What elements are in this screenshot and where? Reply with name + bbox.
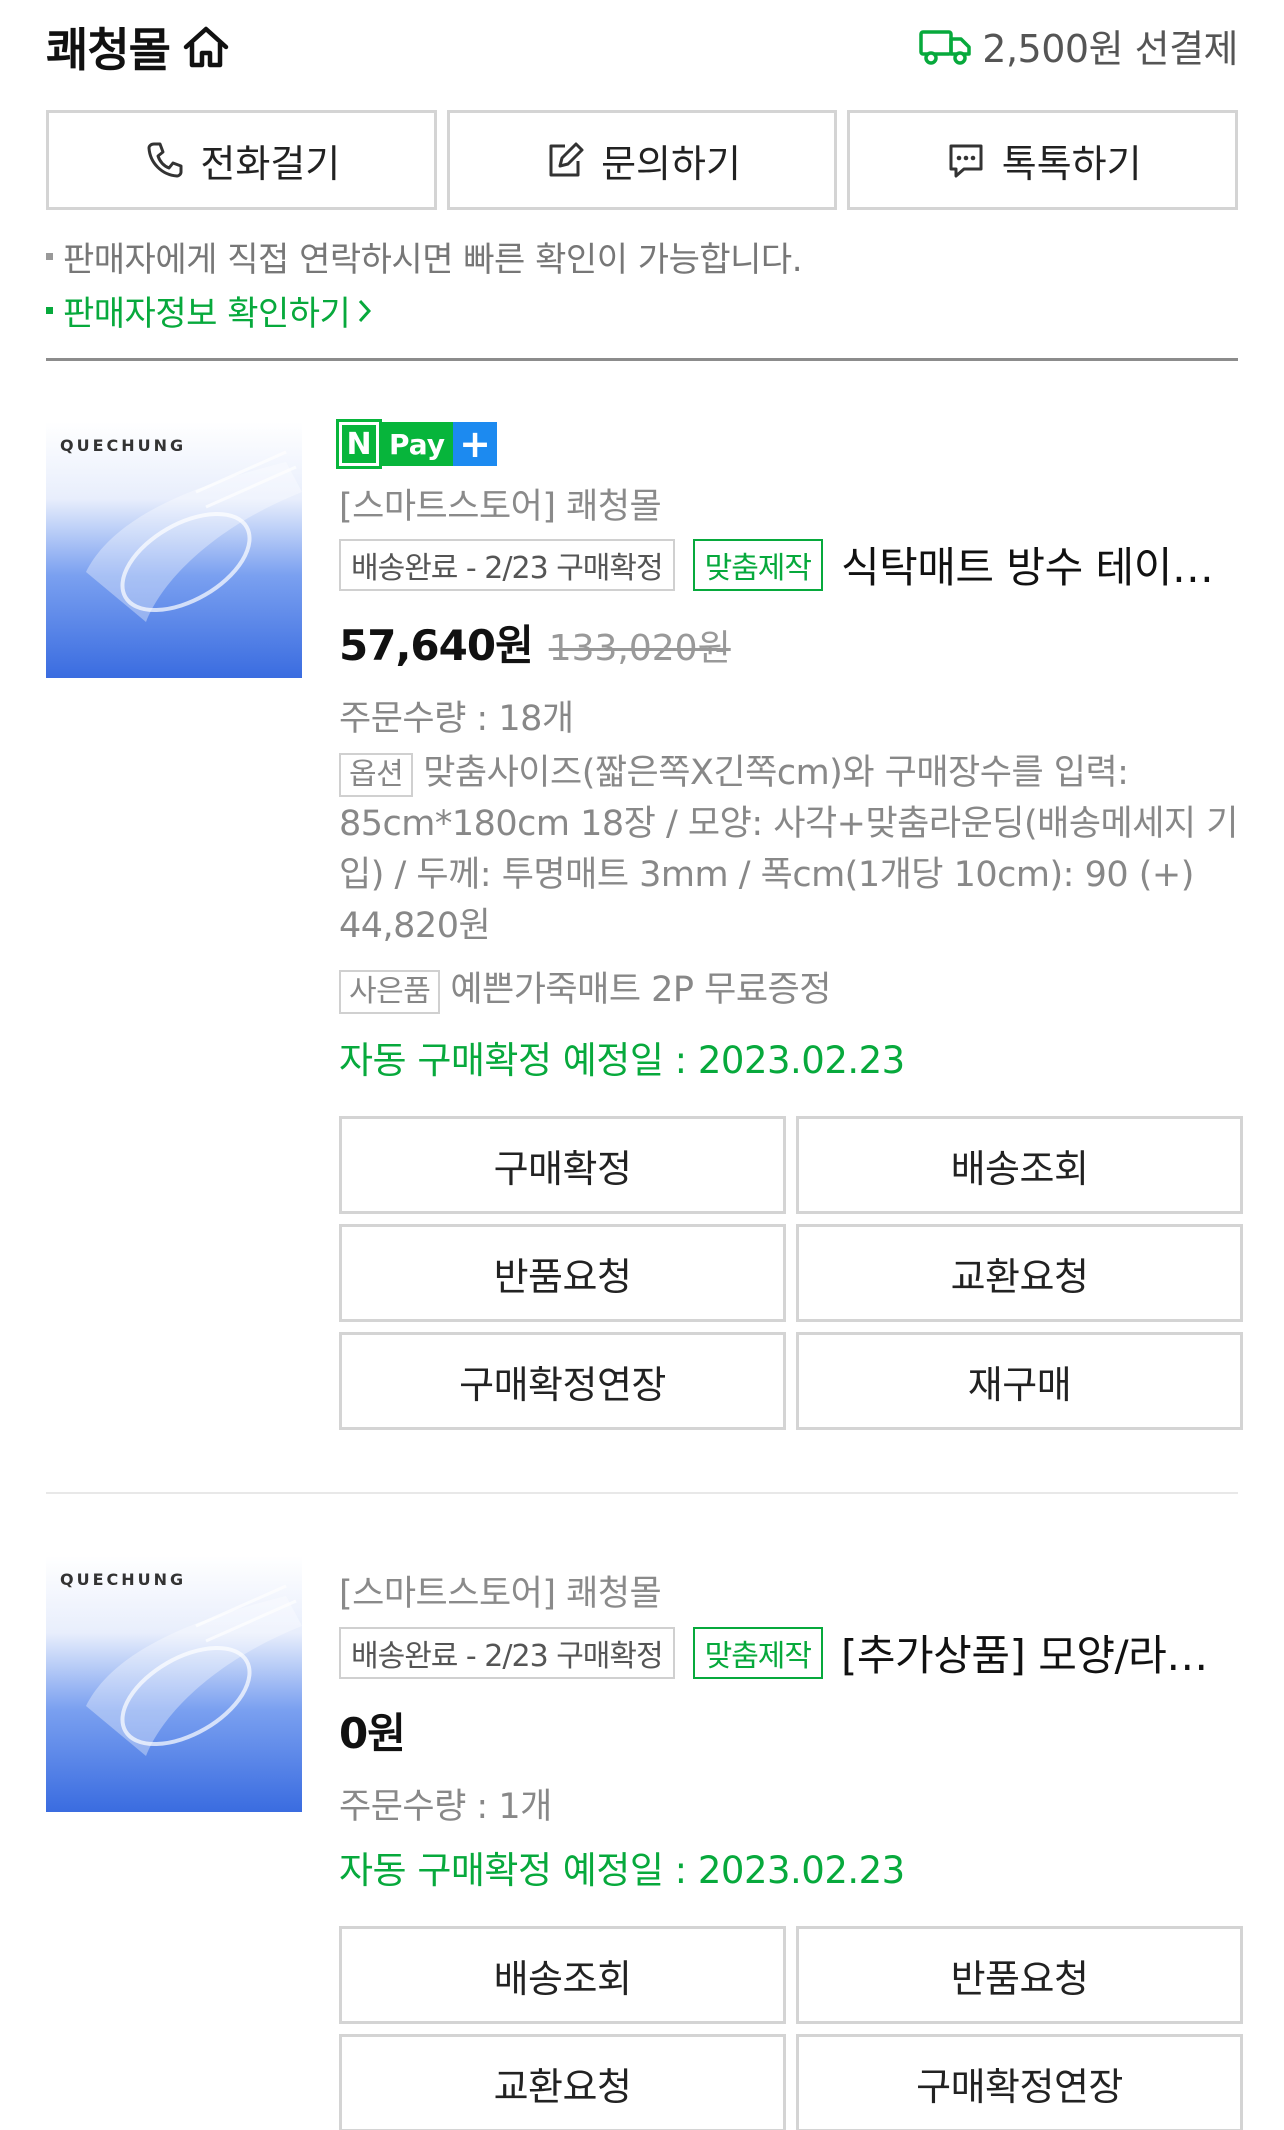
talk-button[interactable]: 톡톡하기 (847, 110, 1239, 210)
thumbnail-brand: QUECHUNG (60, 436, 187, 455)
custom-badge: 맞춤제작 (692, 538, 824, 591)
product-image (86, 450, 302, 622)
shipping-fee: 2,500원 선결제 (918, 18, 1238, 73)
auto-confirm-date: 자동 구매확정 예정일 : 2023.02.23 (339, 1849, 905, 1892)
bullet (46, 307, 53, 314)
talk-label: 톡톡하기 (1001, 141, 1142, 186)
status-badge: 배송완료 - 2/23 구매확정 (339, 1626, 675, 1679)
option-text: 맞춤사이즈(짧은쪽X긴쪽cm)와 구매장수를 입력: 85cm*180cm 18… (339, 753, 1238, 946)
thumbnail-brand: QUECHUNG (60, 1570, 187, 1589)
track-delivery-button[interactable]: 배송조회 (339, 1926, 786, 2024)
gift-label: 사은품 (339, 970, 441, 1014)
seller-info-link[interactable]: 판매자정보 확인하기 (46, 286, 374, 335)
reorder-button[interactable]: 재구매 (796, 1332, 1243, 1430)
product-seller[interactable]: [스마트스토어] 쾌청몰 (339, 478, 662, 529)
order-actions: 구매확정 배송조회 반품요청 교환요청 구매확정연장 재구매 (339, 1116, 1243, 1430)
auto-confirm-date: 자동 구매확정 예정일 : 2023.02.23 (339, 1039, 905, 1082)
return-request-button[interactable]: 반품요청 (796, 1926, 1243, 2024)
inquiry-button[interactable]: 문의하기 (446, 110, 838, 210)
npay-plus: + (453, 422, 498, 466)
edit-icon (549, 142, 584, 177)
track-delivery-button[interactable]: 배송조회 (796, 1116, 1243, 1214)
contact-buttons: 전화걸기 문의하기 톡톡하기 (46, 110, 1239, 210)
order-quantity: 주문수량 : 1개 (339, 1787, 552, 1827)
npay-pay: Pay (379, 422, 454, 466)
store-name[interactable]: 쾌청몰 (46, 14, 171, 80)
inquiry-label: 문의하기 (601, 141, 741, 186)
product-title[interactable]: 식탁매트 방수 테이블매트 투명 식탁보 주문제작 (841, 534, 1243, 595)
product-seller[interactable]: [스마트스토어] 쾌청몰 (339, 1565, 662, 1616)
call-button[interactable]: 전화걸기 (46, 110, 437, 210)
status-badge: 배송완료 - 2/23 구매확정 (339, 538, 675, 591)
order-quantity: 주문수량 : 18개 (339, 699, 574, 739)
section-divider (46, 358, 1238, 361)
custom-badge: 맞춤제작 (692, 1626, 824, 1679)
price-row: 57,640원 133,020원 (339, 612, 731, 673)
price-row: 0원 (339, 1700, 406, 1761)
call-label: 전화걸기 (200, 141, 341, 186)
product-title-row[interactable]: 배송완료 - 2/23 구매확정 맞춤제작 식탁매트 방수 테이블매트 투명 식… (339, 534, 1243, 595)
npay-badge: N Pay + (336, 419, 498, 469)
exchange-request-button[interactable]: 교환요청 (339, 2034, 786, 2130)
order-actions: 배송조회 반품요청 교환요청 구매확정연장 (339, 1926, 1243, 2130)
shipping-text: 2,500원 선결제 (982, 27, 1238, 71)
product-thumbnail[interactable]: QUECHUNG (46, 1556, 302, 1812)
direct-contact-text: 판매자에게 직접 연락하시면 빠른 확인이 가능합니다. (63, 240, 803, 280)
home-icon[interactable] (180, 21, 232, 73)
product-title[interactable]: [추가상품] 모양/라운딩 가공 (841, 1622, 1243, 1683)
store-header[interactable]: 쾌청몰 (46, 14, 232, 80)
extend-confirm-button[interactable]: 구매확정연장 (339, 1332, 786, 1430)
product-title-row[interactable]: 배송완료 - 2/23 구매확정 맞춤제작 [추가상품] 모양/라운딩 가공 (339, 1622, 1243, 1683)
extend-confirm-button[interactable]: 구매확정연장 (796, 2034, 1243, 2130)
gift-block: 사은품 예쁜가죽매트 2P 무료증정 (339, 965, 1243, 1016)
bullet (46, 253, 53, 260)
option-label: 옵션 (339, 753, 414, 797)
gift-text: 예쁜가죽매트 2P 무료증정 (450, 970, 831, 1010)
phone-icon (147, 142, 183, 178)
direct-contact-notice: 판매자에게 직접 연락하시면 빠른 확인이 가능합니다. (46, 232, 803, 281)
product-thumbnail[interactable]: QUECHUNG (46, 422, 302, 678)
seller-info-text[interactable]: 판매자정보 확인하기 (63, 286, 351, 335)
exchange-request-button[interactable]: 교환요청 (796, 1224, 1243, 1322)
npay-n: N (336, 419, 382, 469)
sale-price: 0원 (339, 1709, 406, 1758)
chat-icon (949, 144, 983, 178)
option-block: 옵션 맞춤사이즈(짧은쪽X긴쪽cm)와 구매장수를 입력: 85cm*180cm … (339, 748, 1243, 952)
sale-price: 57,640원 (339, 621, 534, 670)
truck-icon (919, 29, 972, 65)
confirm-purchase-button[interactable]: 구매확정 (339, 1116, 786, 1214)
product-image (86, 1584, 302, 1756)
original-price: 133,020원 (548, 628, 731, 669)
return-request-button[interactable]: 반품요청 (339, 1224, 786, 1322)
item-divider (46, 1492, 1238, 1494)
chevron-right-icon (359, 299, 372, 322)
